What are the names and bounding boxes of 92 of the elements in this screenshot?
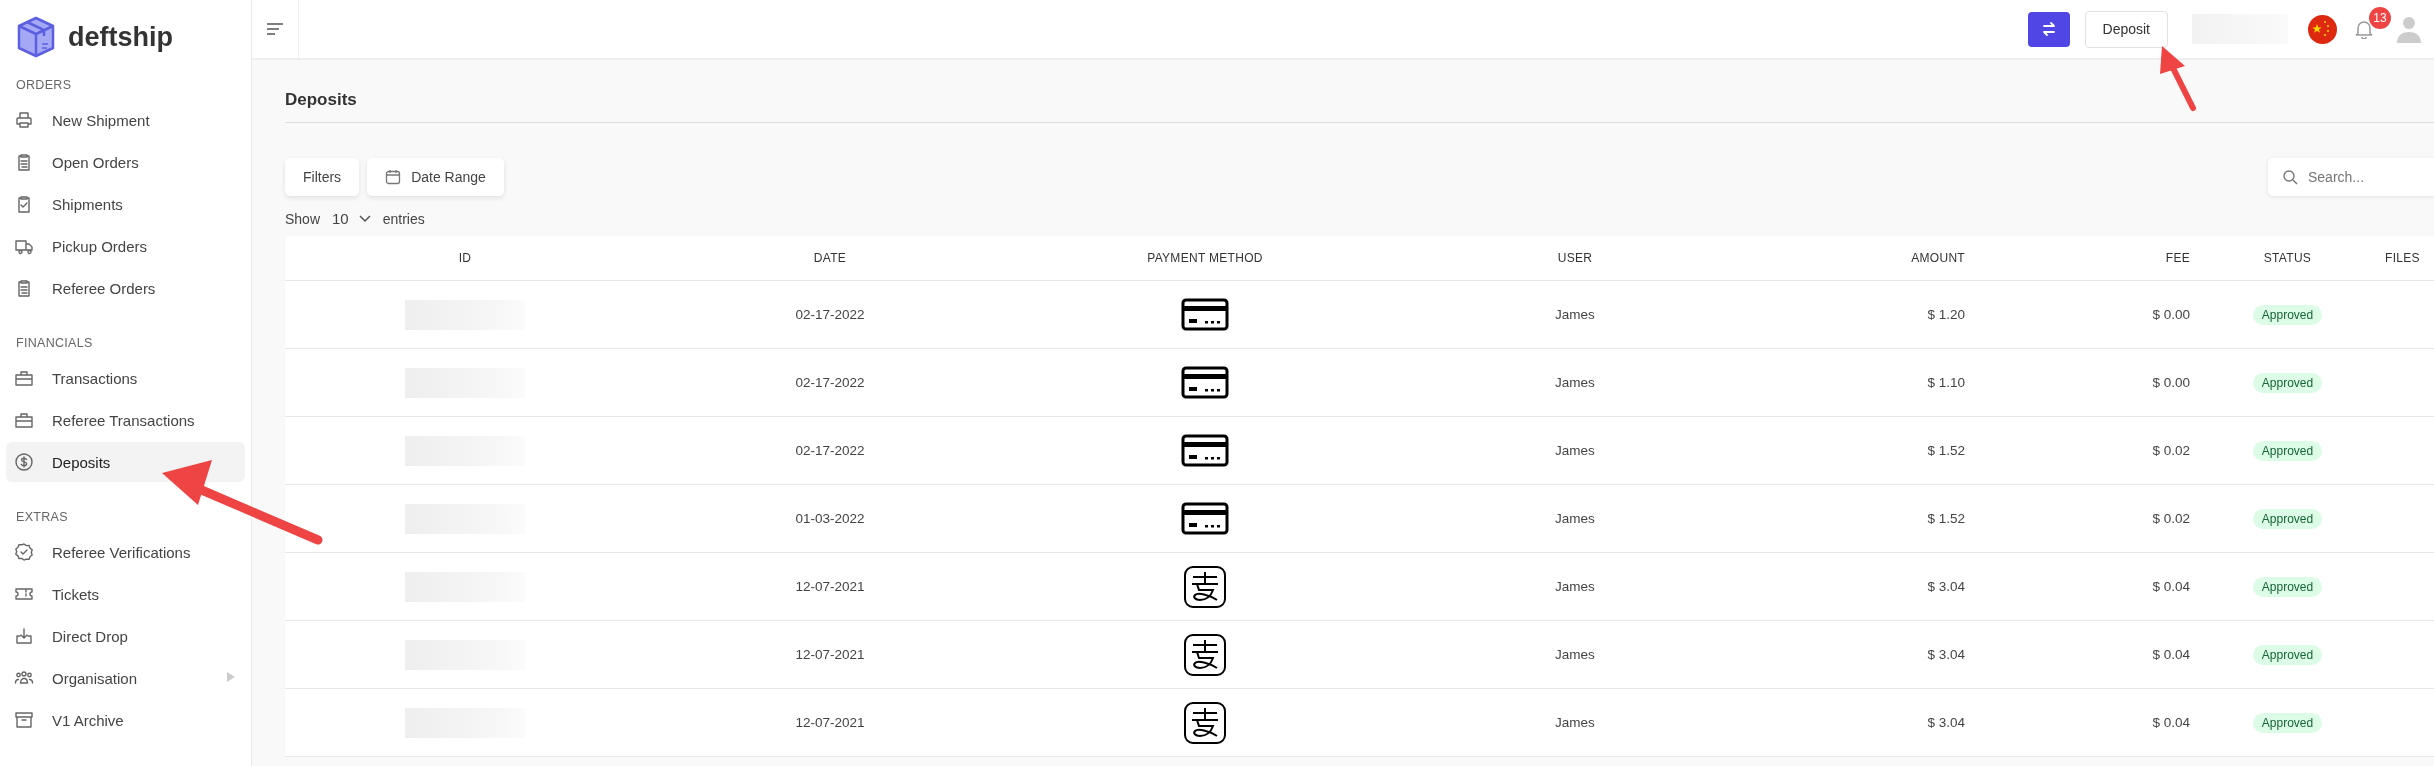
user-cell: James	[1555, 443, 1595, 458]
printer-icon	[14, 110, 34, 130]
column-header[interactable]: USER	[1557, 251, 1593, 265]
annotation-arrow	[2160, 46, 2196, 111]
user-cell: James	[1555, 715, 1595, 730]
amount-cell: $ 3.04	[1927, 715, 1965, 730]
date-cell: 12-07-2021	[795, 579, 865, 594]
sidebar-item[interactable]: Direct Drop	[6, 616, 245, 656]
credit-card-icon	[1181, 502, 1229, 535]
sidebar-item[interactable]: Organisation	[6, 658, 245, 698]
brand-name: deftship	[68, 21, 173, 53]
column-header[interactable]: ID	[458, 251, 472, 265]
amount-cell: $ 3.04	[1927, 579, 1965, 594]
status-badge: Approved	[2252, 644, 2323, 665]
swap-button[interactable]	[2027, 11, 2070, 47]
briefcase-icon	[14, 368, 34, 388]
user-cell: James	[1555, 511, 1595, 526]
amount-cell: $ 1.52	[1927, 443, 1965, 458]
archive-icon	[14, 710, 34, 730]
status-badge: Approved	[2252, 304, 2323, 325]
credit-card-icon	[1181, 434, 1229, 467]
user-cell: James	[1555, 647, 1595, 662]
check-badge-icon	[14, 542, 34, 562]
china-flag-icon[interactable]	[2308, 14, 2337, 44]
sidebar-item[interactable]: Shipments	[6, 184, 245, 224]
column-header[interactable]: FILES	[2385, 251, 2420, 265]
column-header[interactable]: AMOUNT	[1911, 251, 1965, 265]
dollar-icon	[14, 452, 34, 472]
deposit-button[interactable]: Deposit	[2084, 10, 2168, 48]
status-badge: Approved	[2252, 372, 2323, 393]
section-label: EXTRAS	[15, 509, 69, 526]
fee-cell: $ 0.00	[2152, 375, 2190, 390]
column-header[interactable]: STATUS	[2263, 251, 2312, 265]
amount-cell: $ 1.20	[1927, 307, 1965, 322]
sidebar-item[interactable]: V1 Archive	[6, 700, 245, 740]
date-range-button[interactable]: Date Range	[367, 158, 504, 196]
sidebar-item[interactable]: Pickup Orders	[6, 226, 245, 266]
credit-card-icon	[1181, 298, 1229, 331]
fee-cell: $ 0.02	[2152, 511, 2190, 526]
show-label: Show	[285, 210, 321, 227]
menu-icon[interactable]	[267, 23, 283, 35]
section-label: ORDERS	[15, 77, 73, 94]
fee-cell: $ 0.00	[2152, 307, 2190, 322]
credit-card-icon	[1181, 366, 1229, 399]
status-badge: Approved	[2252, 440, 2323, 461]
status-badge: Approved	[2252, 576, 2323, 597]
alipay-icon	[1183, 700, 1227, 745]
column-header[interactable]: DATE	[813, 251, 847, 265]
amount-cell: $ 1.10	[1927, 375, 1965, 390]
date-cell: 02-17-2022	[795, 443, 865, 458]
logo-icon	[16, 16, 56, 58]
date-cell: 12-07-2021	[795, 715, 865, 730]
amount-cell: $ 1.52	[1927, 511, 1965, 526]
fee-cell: $ 0.04	[2152, 715, 2190, 730]
bell-icon[interactable]	[2355, 19, 2373, 39]
date-cell: 02-17-2022	[795, 307, 865, 322]
column-header[interactable]: FEE	[2165, 251, 2190, 265]
date-cell: 12-07-2021	[795, 647, 865, 662]
column-header[interactable]: PAYMENT METHOD	[1147, 251, 1263, 265]
fee-cell: $ 0.02	[2152, 443, 2190, 458]
amount-cell: $ 3.04	[1927, 647, 1965, 662]
briefcase-icon	[14, 410, 34, 430]
sidebar-item[interactable]: Tickets	[6, 574, 245, 614]
filters-button[interactable]: Filters	[285, 158, 360, 196]
swap-arrows-icon	[2040, 21, 2057, 37]
sidebar-item[interactable]: Deposits	[6, 442, 245, 482]
chevron-down-icon	[358, 214, 371, 223]
calendar-icon	[385, 169, 402, 185]
user-cell: James	[1555, 375, 1595, 390]
fee-cell: $ 0.04	[2152, 579, 2190, 594]
sidebar-item[interactable]: New Shipment	[6, 100, 245, 140]
date-cell: 01-03-2022	[795, 511, 865, 526]
notification-badge: 13	[2369, 7, 2391, 29]
sidebar-item[interactable]: Referee Verifications	[6, 532, 245, 572]
download-icon	[14, 626, 34, 646]
entries-select[interactable]: 10	[328, 210, 375, 227]
sidebar-item[interactable]: Referee Orders	[6, 268, 245, 308]
sidebar-item[interactable]: Transactions	[6, 358, 245, 398]
entries-label: entries	[382, 210, 425, 227]
page-title: Deposits	[285, 60, 2434, 123]
alipay-icon	[1183, 564, 1227, 609]
alipay-icon	[1183, 632, 1227, 677]
user-cell: James	[1555, 307, 1595, 322]
search-field[interactable]: Search...	[2268, 158, 2434, 196]
sidebar-item[interactable]: Open Orders	[6, 142, 245, 182]
sidebar-item[interactable]: Referee Transactions	[6, 400, 245, 440]
date-cell: 02-17-2022	[795, 375, 865, 390]
status-badge: Approved	[2252, 712, 2323, 733]
section-label: FINANCIALS	[15, 335, 94, 352]
fee-cell: $ 0.04	[2152, 647, 2190, 662]
user-cell: James	[1555, 579, 1595, 594]
status-badge: Approved	[2252, 508, 2323, 529]
